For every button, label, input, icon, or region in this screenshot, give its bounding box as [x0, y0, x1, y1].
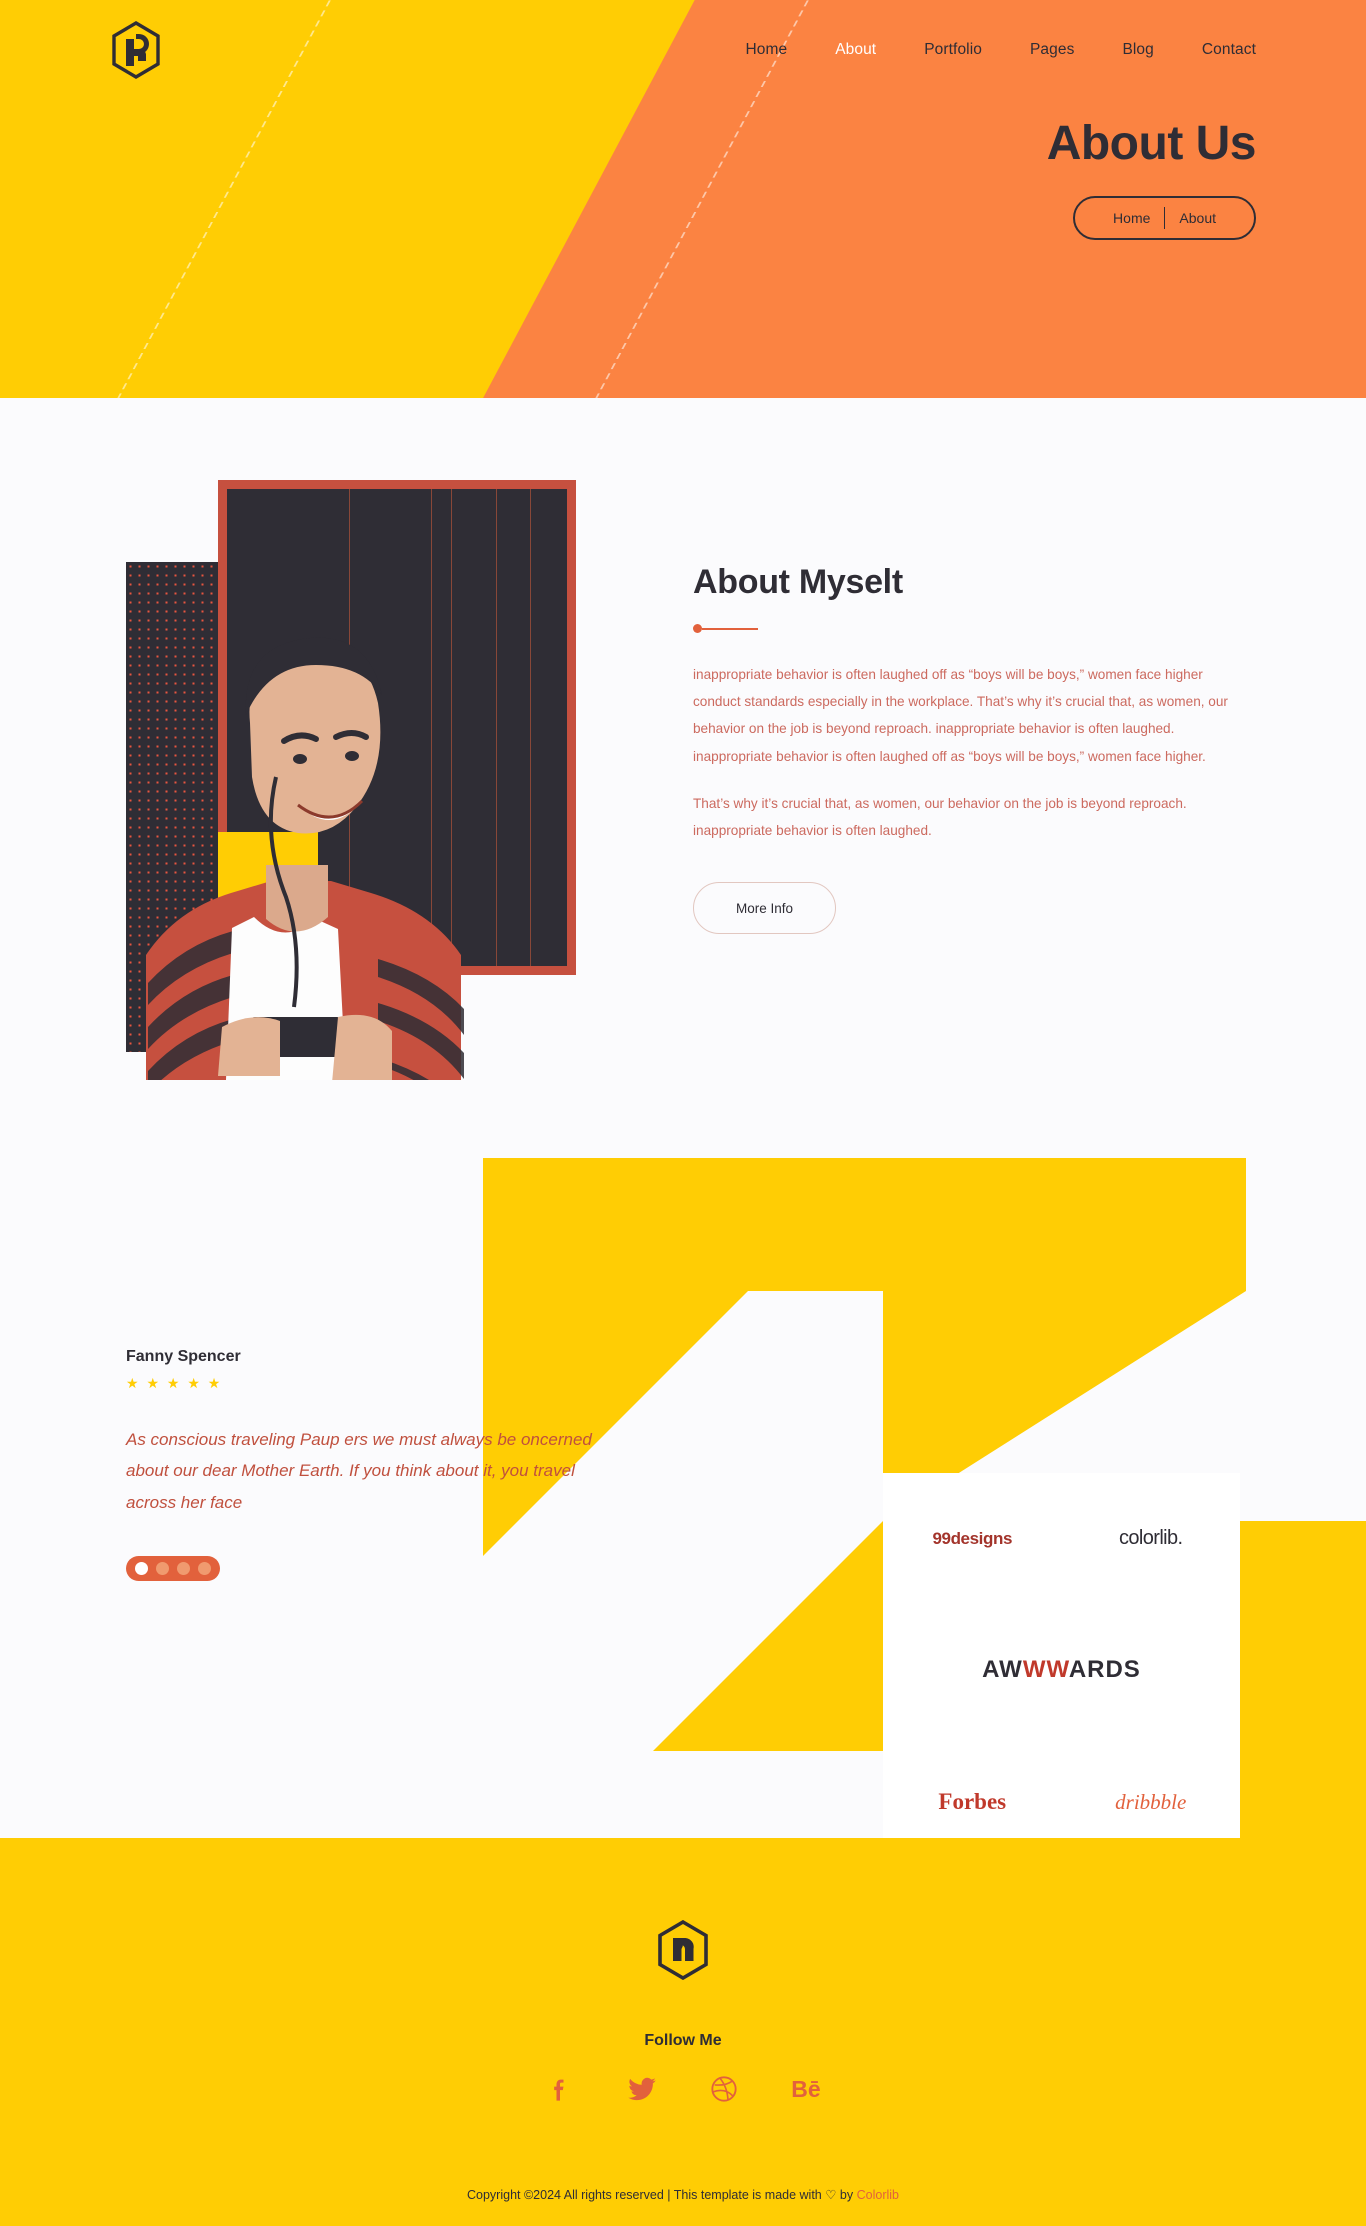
footer-logo-svg [658, 1919, 708, 1981]
slider-dot-1[interactable] [135, 1562, 148, 1576]
rating-stars: ★ ★ ★ ★ ★ [126, 1375, 223, 1391]
footer-content: Follow Me Bē [0, 1838, 1366, 2106]
twitter-icon[interactable] [625, 2072, 659, 2106]
copyright-prefix: Copyright ©2024 All rights reserved | Th… [467, 2188, 826, 2202]
nav-item-home[interactable]: Home [745, 41, 787, 59]
testimonial-slider-dots [126, 1556, 220, 1582]
nav-links: Home About Portfolio Pages Blog Contact [745, 41, 1256, 59]
accent-dot [693, 624, 702, 633]
testimonial-block: Fanny Spencer ★ ★ ★ ★ ★ As conscious tra… [126, 1348, 626, 1582]
follow-me-title: Follow Me [644, 2032, 722, 2049]
behance-icon[interactable]: Bē [789, 2072, 823, 2106]
behance-glyph: Bē [791, 2075, 821, 2102]
brand-logo-99designs: 99designs [932, 1528, 1013, 1548]
brand-logo-colorlib: colorlib. [1118, 1527, 1183, 1550]
copyright-mid: by [836, 2188, 857, 2202]
breadcrumb-current: About [1179, 209, 1216, 226]
nav-item-about[interactable]: About [835, 41, 876, 59]
heart-icon: ♡ [825, 2188, 837, 2202]
slider-dot-2[interactable] [156, 1562, 169, 1576]
hexagon-h-logo-svg [112, 21, 160, 79]
site-footer: Follow Me Bē Copyright ©2024 All rights … [0, 1838, 1366, 2226]
brand-logo-forbes: Forbes [938, 1789, 1007, 1815]
about-text-block: About Myselt inappropriate behavior is o… [693, 563, 1253, 935]
about-paragraph-2: That’s why it’s crucial that, as women, … [693, 795, 1187, 838]
slider-dot-4[interactable] [198, 1562, 211, 1576]
facebook-icon[interactable] [543, 2072, 577, 2106]
more-info-button[interactable]: More Info [693, 882, 836, 935]
brand-logo-dribbble: dribbble [1115, 1789, 1187, 1814]
testimonial-author-name: Fanny Spencer [126, 1348, 241, 1365]
copyright-text: Copyright ©2024 All rights reserved | Th… [0, 2187, 1366, 2202]
hero-content: About Us Home About [1046, 117, 1257, 240]
about-image-group [126, 480, 576, 1080]
social-links: Bē [0, 2072, 1366, 2106]
brand-logo-awwwards: AWWWARDS [982, 1656, 1141, 1684]
slider-dot-3[interactable] [177, 1562, 190, 1576]
breadcrumb: Home About [1073, 195, 1256, 240]
nav-item-portfolio[interactable]: Portfolio [924, 41, 982, 59]
yellow-shape-bottom-triangle [653, 1521, 883, 1751]
footer-hexagon-h-logo-icon[interactable] [656, 1919, 710, 1981]
yellow-shape-right-wedge [883, 1158, 1246, 1521]
accent-line [702, 627, 758, 630]
about-section: About Myselt inappropriate behavior is o… [0, 398, 1366, 1158]
hero-section: Home About Portfolio Pages Blog Contact … [0, 0, 1366, 398]
nav-item-blog[interactable]: Blog [1122, 41, 1153, 59]
testimonial-quote: As conscious traveling Paup ers we must … [126, 1430, 592, 1512]
heading-underline-accent [693, 624, 1253, 633]
awwwards-suffix: ARDS [1068, 1656, 1141, 1684]
about-heading: About Myselt [693, 563, 903, 601]
brands-grid: 99designs colorlib. AWWWARDS Forbes drib… [883, 1473, 1240, 1838]
main-navigation: Home About Portfolio Pages Blog Contact [0, 0, 1366, 100]
hexagon-h-logo-icon[interactable] [110, 21, 162, 79]
breadcrumb-home-link[interactable]: Home [1099, 210, 1164, 226]
about-paragraph-1: inappropriate behavior is often laughed … [693, 667, 1228, 764]
testimonial-brands-section: 99designs colorlib. AWWWARDS Forbes drib… [0, 1158, 1366, 1838]
nav-item-contact[interactable]: Contact [1202, 41, 1256, 59]
about-portrait-image [146, 637, 464, 1080]
colorlib-link[interactable]: Colorlib [857, 2188, 899, 2202]
dribbble-icon[interactable] [707, 2072, 741, 2106]
page-title: About Us [1046, 117, 1257, 170]
awwwards-mid: WW [1022, 1656, 1069, 1684]
awwwards-prefix: AW [982, 1656, 1023, 1684]
nav-item-pages[interactable]: Pages [1030, 41, 1074, 59]
